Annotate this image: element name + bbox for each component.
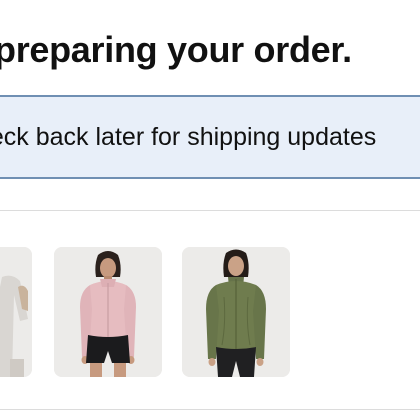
order-status-page: preparing your order. heck back later fo… bbox=[0, 0, 420, 420]
product-image-partial-icon bbox=[0, 247, 32, 377]
product-image-pink-jacket-icon bbox=[54, 247, 162, 377]
product-image-green-jacket-icon bbox=[182, 247, 290, 377]
shipping-info-banner: heck back later for shipping updates bbox=[0, 95, 420, 179]
order-headline: preparing your order. bbox=[0, 29, 352, 70]
order-item-thumbnail[interactable] bbox=[182, 247, 290, 377]
order-item-thumbnail[interactable] bbox=[54, 247, 162, 377]
order-item-thumbnail[interactable] bbox=[0, 247, 32, 377]
order-items-gallery bbox=[0, 210, 420, 410]
shipping-info-text: heck back later for shipping updates bbox=[0, 123, 377, 151]
